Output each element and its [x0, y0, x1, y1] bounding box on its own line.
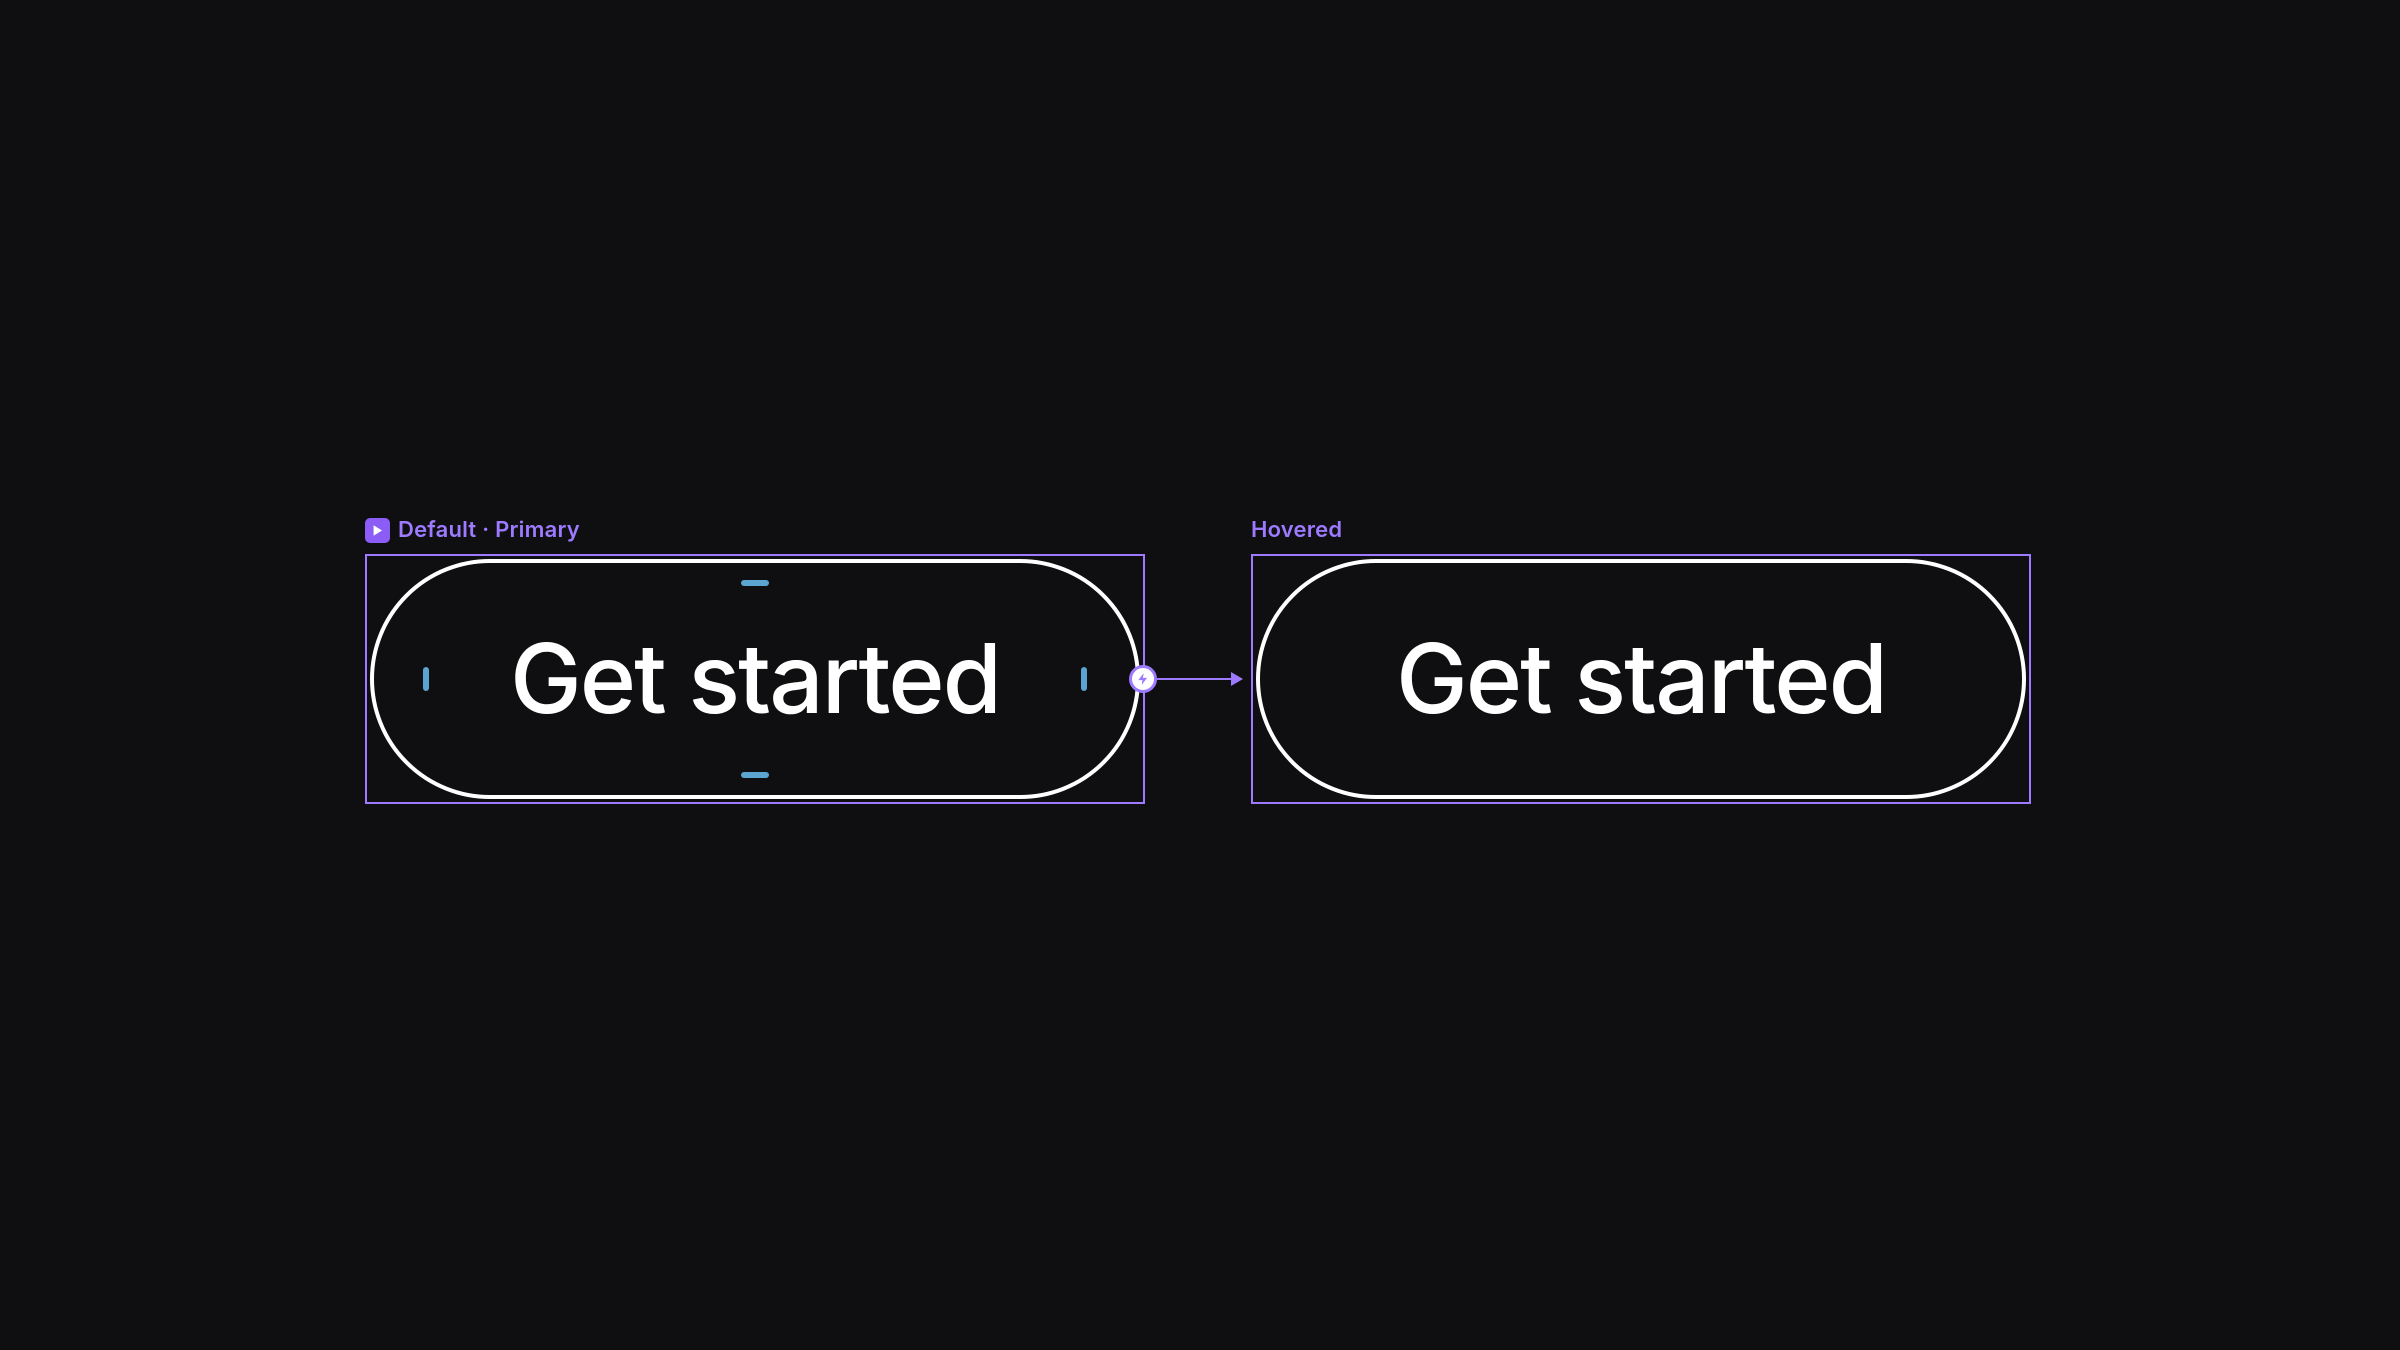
lightning-bolt-icon: [1136, 672, 1150, 686]
button-get-started-default[interactable]: Get started: [370, 559, 1140, 799]
padding-handle-top[interactable]: [741, 580, 769, 586]
button-get-started-hovered[interactable]: Get started: [1256, 559, 2026, 799]
padding-handle-left[interactable]: [423, 667, 429, 691]
button-label: Get started: [510, 621, 1000, 737]
button-label: Get started: [1396, 621, 1886, 737]
frame-label-text: Hovered: [1251, 517, 1342, 543]
frame-default-primary[interactable]: Get started: [365, 554, 1145, 804]
frame-label-hovered[interactable]: Hovered: [1251, 517, 1342, 543]
prototype-connection-node[interactable]: [1129, 665, 1157, 693]
frame-label-text: Default · Primary: [398, 517, 580, 543]
frame-label-default[interactable]: Default · Primary: [365, 517, 580, 543]
padding-handle-bottom[interactable]: [741, 772, 769, 778]
design-canvas[interactable]: Default · Primary Get started Hovered Ge…: [0, 0, 2400, 1350]
frame-hovered[interactable]: Get started: [1251, 554, 2031, 804]
play-icon: [365, 518, 390, 543]
padding-handle-right[interactable]: [1081, 667, 1087, 691]
prototype-connection-arrow[interactable]: [1157, 678, 1241, 680]
